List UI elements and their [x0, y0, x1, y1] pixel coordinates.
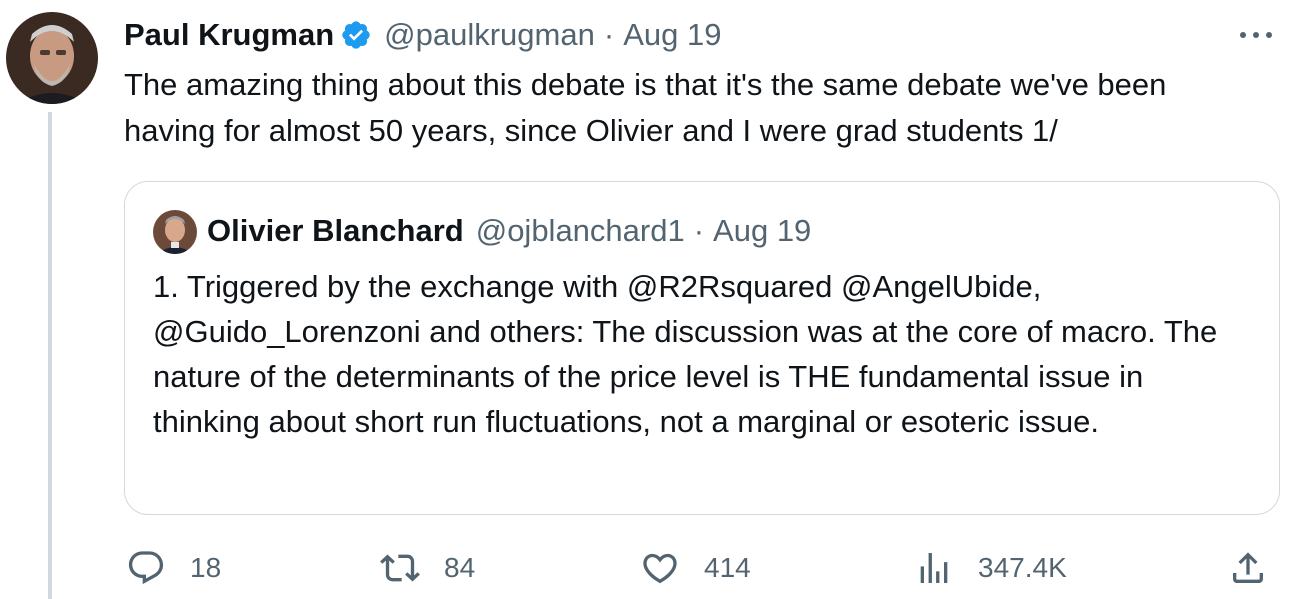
retweet-button[interactable]: 84 [380, 546, 475, 590]
reply-icon [128, 551, 164, 585]
tweet-actions: 18 84 414 347.4K [0, 546, 1294, 590]
share-icon [1233, 552, 1263, 583]
more-options-icon[interactable] [1236, 26, 1276, 44]
views-button[interactable]: 347.4K [914, 546, 1067, 590]
thread-line [48, 112, 52, 599]
quoted-tweet[interactable]: Olivier Blanchard @ojblanchard1 · Aug 19… [124, 181, 1280, 515]
quoted-separator-dot: · [693, 213, 705, 248]
views-count: 347.4K [978, 552, 1067, 583]
tweet-text: The amazing thing about this debate is t… [124, 67, 1167, 148]
retweet-count: 84 [444, 552, 476, 583]
reply-button[interactable]: 18 [126, 546, 221, 590]
author-handle[interactable]: @paulkrugman [384, 17, 595, 53]
quoted-tweet-text: 1. Triggered by the exchange with @R2Rsq… [153, 269, 1218, 439]
views-icon [920, 553, 948, 583]
tweet-date[interactable]: Aug 19 [623, 17, 721, 53]
separator-dot: · [603, 17, 615, 52]
quoted-author-handle: @ojblanchard1 [475, 213, 685, 248]
retweet-icon [380, 554, 420, 582]
quoted-tweet-header: Olivier Blanchard @ojblanchard1 · Aug 19 [207, 209, 811, 253]
reply-count: 18 [190, 552, 222, 583]
quoted-author-name: Olivier Blanchard [207, 213, 464, 248]
share-button[interactable] [1228, 546, 1268, 590]
author-name[interactable]: Paul Krugman [124, 17, 334, 53]
verified-badge-icon[interactable] [340, 19, 372, 51]
like-button[interactable]: 414 [640, 546, 751, 590]
quoted-tweet-date: Aug 19 [713, 213, 812, 248]
like-count: 414 [704, 552, 751, 583]
like-icon [643, 553, 677, 584]
quoted-author-avatar [153, 210, 197, 254]
tweet-header: Paul Krugman @paulkrugman · Aug 19 [124, 14, 721, 56]
author-avatar[interactable] [6, 12, 98, 104]
